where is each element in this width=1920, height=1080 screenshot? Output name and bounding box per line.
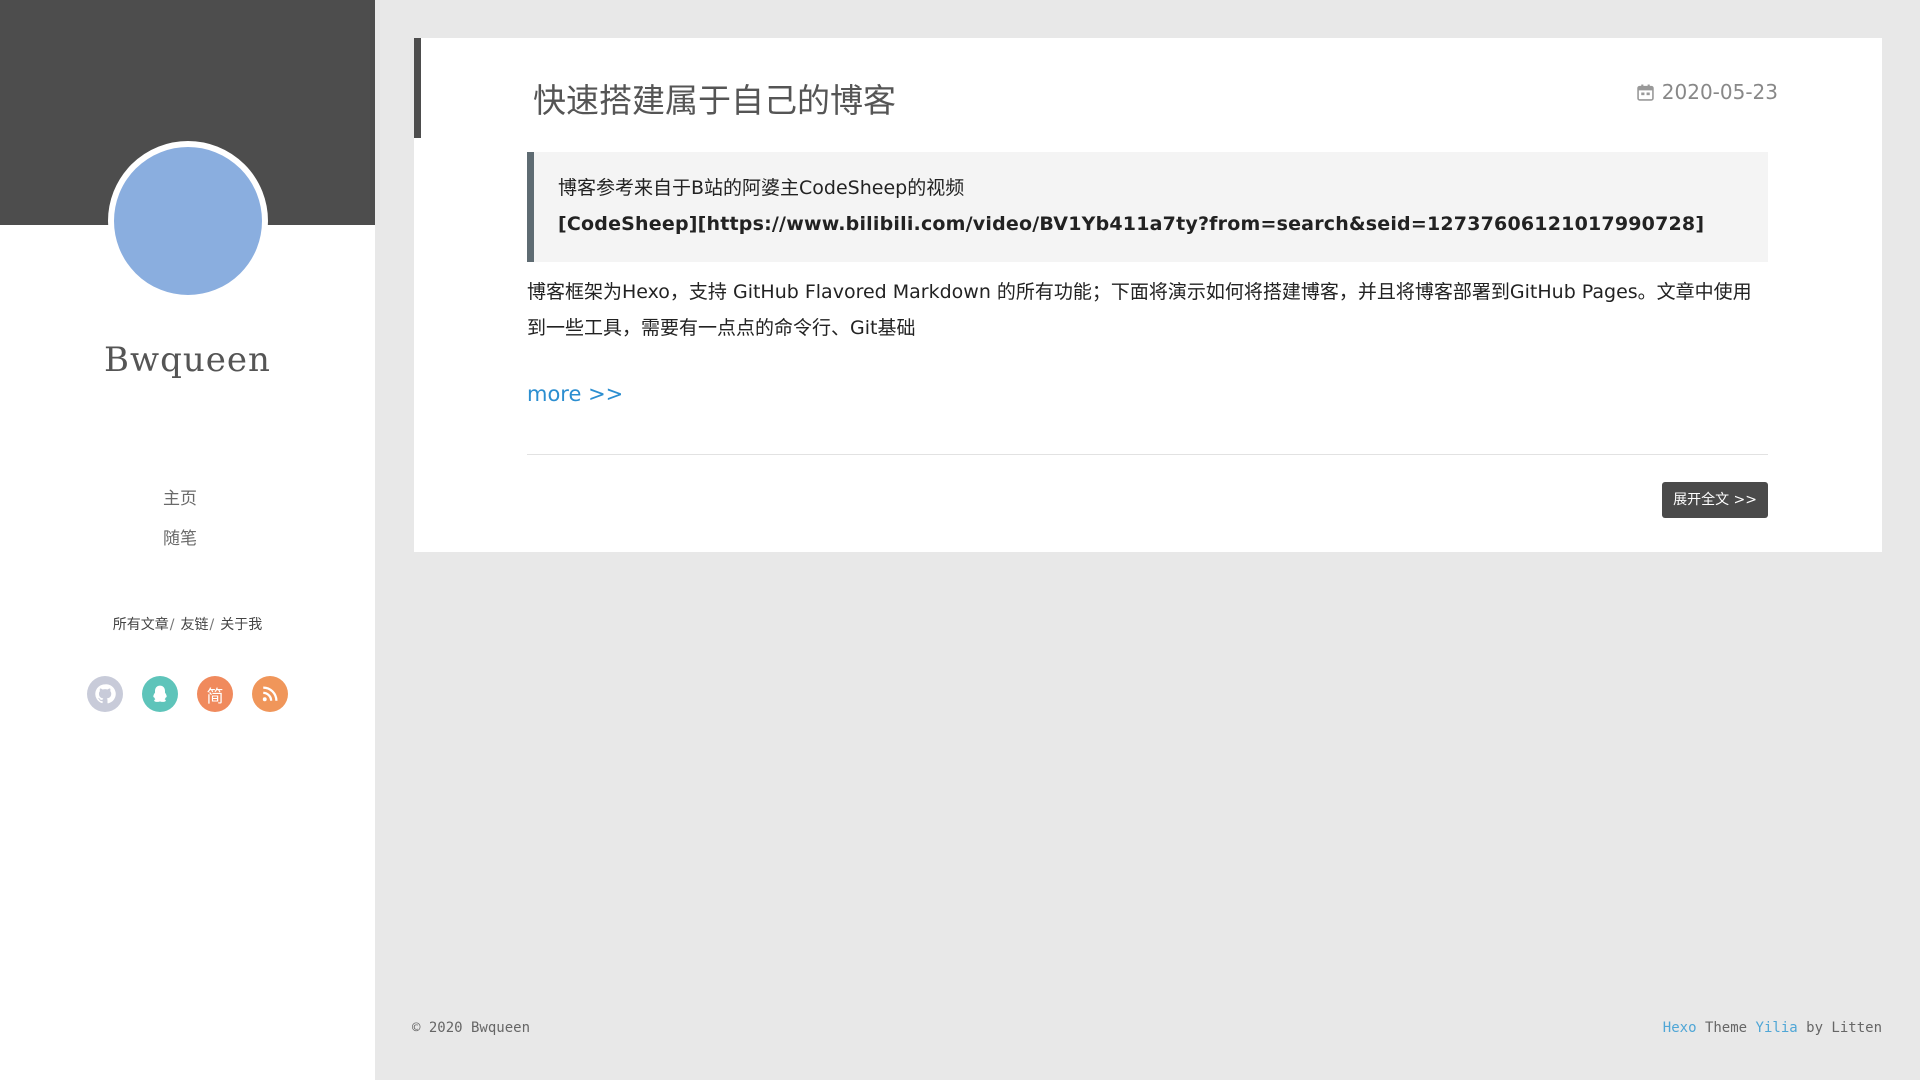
article-divider bbox=[527, 454, 1768, 455]
nav-link-home[interactable]: 主页 bbox=[163, 489, 197, 509]
calendar-icon bbox=[1637, 84, 1654, 101]
footer-copyright: © 2020 Bwqueen bbox=[412, 1020, 531, 1036]
qq-icon bbox=[153, 685, 167, 702]
qq-link[interactable] bbox=[142, 676, 178, 712]
sub-nav-separator: / bbox=[209, 617, 215, 633]
blockquote-line-2: [CodeSheep][https://www.bilibili.com/vid… bbox=[558, 213, 1705, 235]
footer-hexo-link[interactable]: Hexo bbox=[1663, 1020, 1697, 1036]
sub-nav-all-posts[interactable]: 所有文章 bbox=[113, 617, 169, 633]
sidebar: Bwqueen 主页 随笔 所有文章/友链/关于我 简 bbox=[0, 0, 375, 1080]
main-nav: 主页 随笔 bbox=[0, 484, 360, 564]
article-date[interactable]: 2020-05-23 bbox=[1637, 80, 1778, 104]
footer-theme-text: Theme bbox=[1704, 1020, 1748, 1036]
article-accent-bar bbox=[414, 38, 421, 138]
sub-nav-about-me[interactable]: 关于我 bbox=[220, 617, 262, 633]
jianshu-icon: 简 bbox=[206, 686, 224, 707]
jianshu-link[interactable]: 简 bbox=[197, 676, 233, 712]
sub-nav-friend-links[interactable]: 友链 bbox=[181, 617, 209, 633]
footer-yilia-link[interactable]: Yilia bbox=[1756, 1020, 1798, 1036]
article-title[interactable]: 快速搭建属于自己的博客 bbox=[533, 74, 896, 122]
article-excerpt: 博客框架为Hexo，支持 GitHub Flavored Markdown 的所… bbox=[527, 281, 1752, 339]
sub-nav: 所有文章/友链/关于我 bbox=[0, 614, 375, 634]
sub-nav-separator: / bbox=[169, 617, 175, 633]
nav-item-essays: 随笔 bbox=[0, 524, 360, 564]
avatar[interactable] bbox=[108, 141, 268, 301]
rss-icon bbox=[262, 686, 278, 702]
site-name[interactable]: Bwqueen bbox=[0, 340, 375, 380]
article-date-text: 2020-05-23 bbox=[1661, 80, 1778, 104]
article-blockquote: 博客参考来自于B站的阿婆主CodeSheep的视频 [CodeSheep][ht… bbox=[527, 152, 1768, 262]
article-card: 快速搭建属于自己的博客 2020-05-23 博客参考来自于B站的阿婆主Code… bbox=[414, 38, 1882, 552]
github-link[interactable] bbox=[87, 676, 123, 712]
blockquote-line-1: 博客参考来自于B站的阿婆主CodeSheep的视频 bbox=[558, 177, 965, 199]
more-link[interactable]: more >> bbox=[527, 382, 623, 406]
rss-link[interactable] bbox=[252, 676, 288, 712]
nav-link-essays[interactable]: 随笔 bbox=[163, 529, 197, 549]
nav-item-home: 主页 bbox=[0, 484, 360, 524]
github-icon bbox=[95, 684, 116, 704]
expand-full-text-button[interactable]: 展开全文 >> bbox=[1662, 482, 1768, 518]
social-links: 简 bbox=[87, 676, 288, 712]
footer-credits: Hexo Theme Yilia by Litten bbox=[1663, 1020, 1882, 1036]
footer-author-text: by Litten bbox=[1806, 1020, 1882, 1036]
